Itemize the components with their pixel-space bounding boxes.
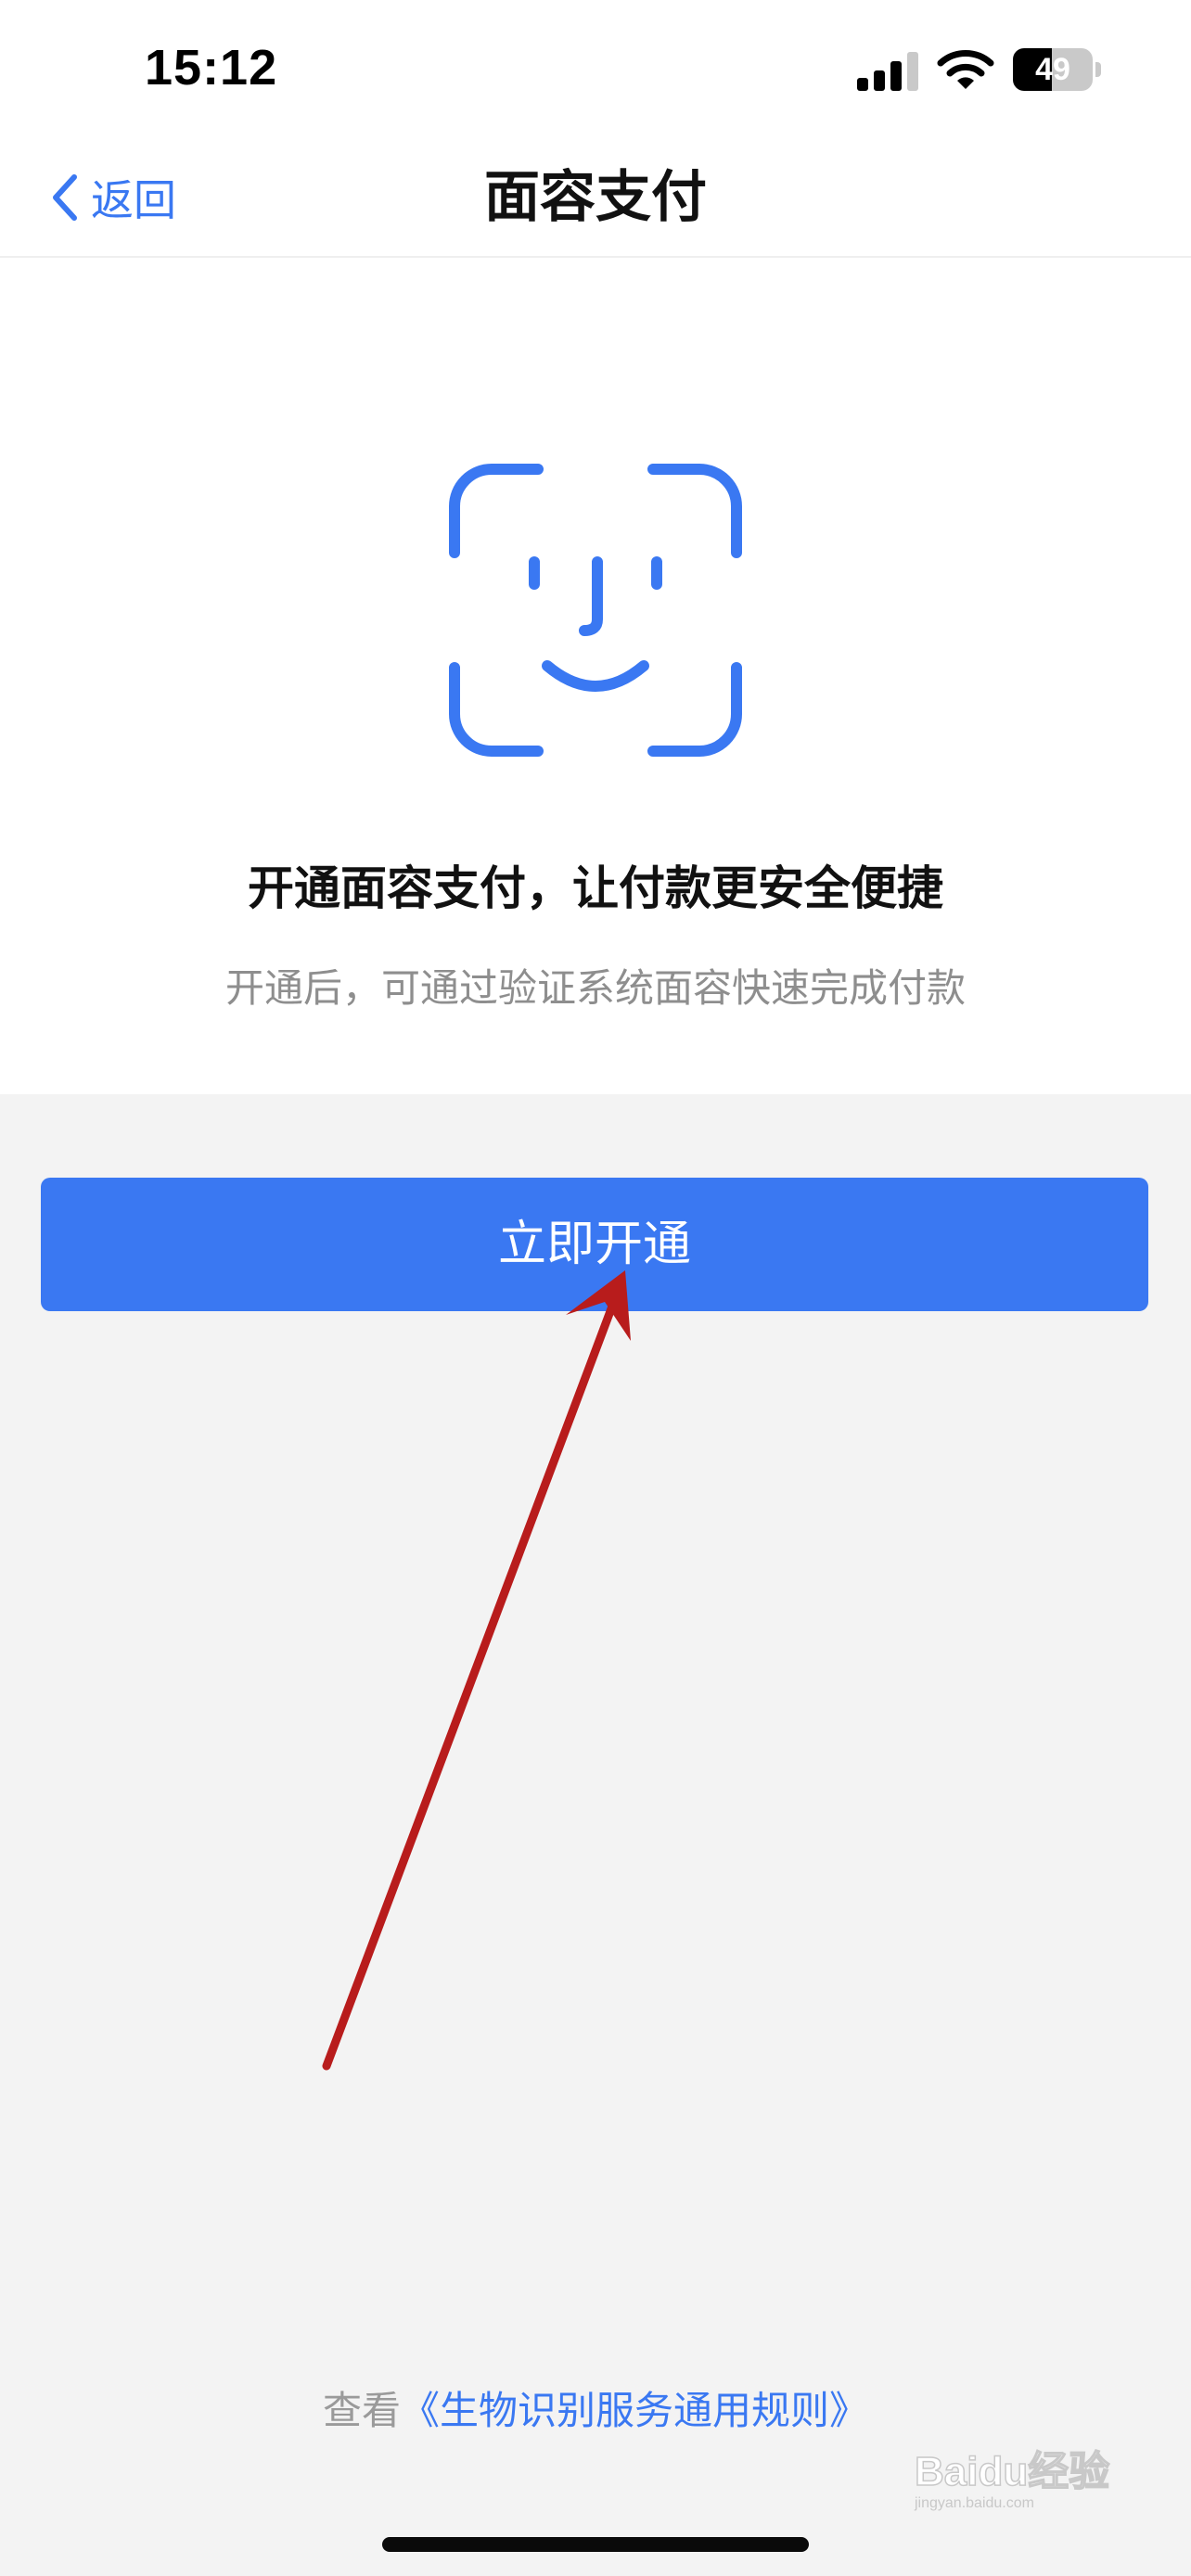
back-button[interactable]: 返回 — [48, 163, 176, 232]
hero-section: 开通面容支付，让付款更安全便捷 开通后，可通过验证系统面容快速完成付款 — [0, 258, 1191, 1094]
baidu-watermark: Baidu经验 jingyan.baidu.com — [914, 2448, 1110, 2511]
nav-bar: 面容支付 返回 — [0, 139, 1191, 258]
home-indicator[interactable] — [382, 2537, 809, 2552]
wifi-icon — [937, 50, 994, 89]
battery-level: 49 — [1035, 52, 1070, 87]
status-bar: 15:12 49 — [0, 0, 1191, 139]
footer-prefix: 查看 — [322, 2388, 401, 2433]
screen: 15:12 49 面容支付 返回 开通面容支付，让付款更安全便捷 开通后，可通过… — [0, 0, 1191, 2576]
footer-rules: 查看《生物识别服务通用规则》 — [0, 2379, 1191, 2436]
face-id-icon — [449, 464, 742, 757]
back-label: 返回 — [91, 175, 176, 225]
activate-button[interactable]: 立即开通 — [41, 1178, 1148, 1311]
chevron-left-icon — [53, 174, 77, 221]
watermark-subtext: jingyan.baidu.com — [914, 2495, 1034, 2511]
signal-icon — [857, 52, 918, 91]
watermark-text: Baidu经验 — [915, 2449, 1109, 2494]
battery-icon: 49 — [1013, 48, 1102, 91]
hero-subtext: 开通后，可通过验证系统面容快速完成付款 — [224, 965, 966, 1011]
page-title: 面容支付 — [484, 165, 707, 230]
status-time: 15:12 — [145, 40, 278, 96]
hero-heading: 开通面容支付，让付款更安全便捷 — [248, 861, 943, 915]
biometric-rules-link[interactable]: 《生物识别服务通用规则》 — [401, 2388, 868, 2433]
